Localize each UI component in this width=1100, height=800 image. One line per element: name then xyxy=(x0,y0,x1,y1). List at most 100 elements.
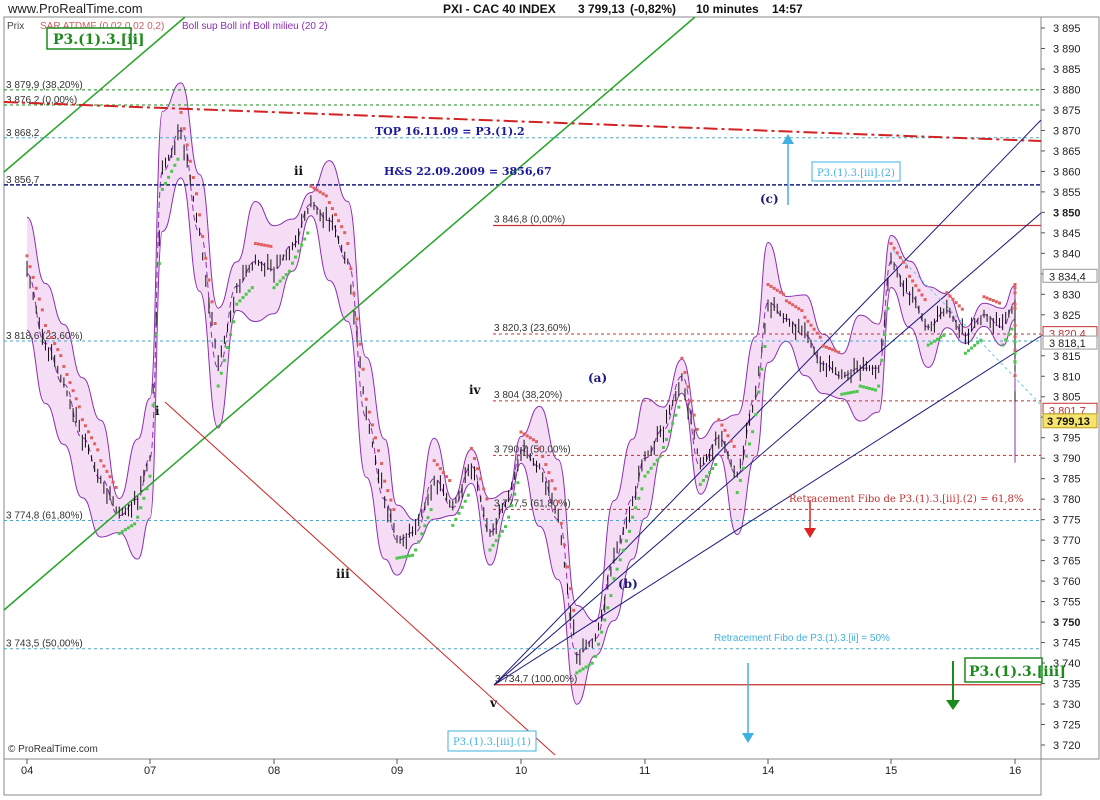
sar-dot-below xyxy=(634,506,638,510)
sar-dot-below xyxy=(500,529,504,533)
sar-dot-above xyxy=(65,373,69,377)
sar-dot-below xyxy=(497,534,501,538)
sar-dot-above xyxy=(1013,348,1017,352)
sar-dot-below xyxy=(760,367,764,371)
y-tick-label: 3 865 xyxy=(1053,146,1081,158)
y-tick-label: 3 850 xyxy=(1053,207,1081,219)
sar-dot-above xyxy=(815,331,819,335)
sar-dot-below xyxy=(1001,343,1005,347)
sar-dot-above xyxy=(269,244,273,248)
sar-dot-above xyxy=(689,399,693,403)
sar-dot-below xyxy=(661,446,665,450)
sar-dot-below xyxy=(1013,351,1017,355)
sar-dot-above xyxy=(794,305,798,309)
sar-dot-above xyxy=(717,418,721,422)
sar-dot-below xyxy=(593,654,597,658)
sar-dot-below xyxy=(235,302,239,306)
sar-dot-below xyxy=(398,556,402,560)
sar-dot-above xyxy=(367,410,371,414)
sar-dot-above xyxy=(1013,291,1017,295)
sar-dot-above xyxy=(321,192,325,196)
sar-dot-above xyxy=(90,436,94,440)
sar-dot-above xyxy=(954,301,958,305)
fibo-left-label: 3 774,8 (61,80%) xyxy=(6,510,83,521)
sar-dot-below xyxy=(281,276,285,280)
sar-dot-above xyxy=(732,444,736,448)
sar-dot-below xyxy=(926,343,930,347)
sar-dot-below xyxy=(748,442,752,446)
sar-dot-above xyxy=(260,243,264,247)
sar-dot-above xyxy=(680,356,684,360)
sar-dot-below xyxy=(976,341,980,345)
sar-dot-below xyxy=(942,333,946,337)
last-price-label: 3 799,13 xyxy=(1047,416,1090,428)
sar-dot-above xyxy=(998,301,1001,305)
sar-dot-below xyxy=(936,337,939,341)
sar-dot-above xyxy=(56,348,60,352)
sar-dot-below xyxy=(665,437,669,441)
sar-dot-below xyxy=(133,522,137,526)
sar-dot-above xyxy=(263,243,267,247)
sar-dot-above xyxy=(535,440,538,444)
sar-dot-above xyxy=(87,430,90,434)
sar-dot-above xyxy=(102,464,106,468)
sar-dot-below xyxy=(238,299,242,303)
sar-dot-above xyxy=(791,303,795,307)
sar-dot-below xyxy=(929,341,933,345)
y-tick-label: 3 810 xyxy=(1053,371,1081,383)
sar-dot-below xyxy=(963,351,967,355)
sar-dot-above xyxy=(911,279,915,283)
wave-c: (c) xyxy=(760,192,779,206)
sar-dot-below xyxy=(840,392,844,396)
sar-dot-above xyxy=(1013,323,1017,327)
sar-dot-below xyxy=(849,391,853,395)
sar-dot-above xyxy=(448,479,452,483)
y-tick-label: 3 855 xyxy=(1053,187,1081,199)
sar-dot-above xyxy=(982,295,986,299)
sar-dot-above xyxy=(720,423,724,427)
sar-dot-below xyxy=(581,667,585,671)
sar-dot-below xyxy=(603,618,607,622)
y-tick-label: 3 885 xyxy=(1053,64,1081,76)
sar-dot-below xyxy=(674,413,678,417)
sar-dot-above xyxy=(482,487,486,491)
sar-dot-above xyxy=(445,475,449,479)
sar-dot-below xyxy=(621,548,625,552)
sar-dot-above xyxy=(806,319,810,323)
panel-label: Prix xyxy=(7,21,24,32)
sar-dot-above xyxy=(327,201,331,205)
sar-dot-above xyxy=(386,489,390,493)
sar-dot-above xyxy=(889,242,893,246)
sar-dot-below xyxy=(247,289,251,293)
sar-dot-below xyxy=(284,273,288,277)
sar-dot-above xyxy=(204,256,208,260)
sar-dot-above xyxy=(355,317,359,321)
sar-dot-below xyxy=(417,540,421,544)
ret-50-label: Retracement Fibo de P3.(1).3.[ii] = 50% xyxy=(714,633,890,644)
y-tick-label: 3 770 xyxy=(1053,535,1081,547)
sar-dot-above xyxy=(210,300,214,304)
sar-dot-below xyxy=(157,262,161,265)
sar-dot-above xyxy=(824,345,828,349)
sar-dot-below xyxy=(170,169,174,173)
sar-dot-above xyxy=(62,364,66,368)
sar-dot-below xyxy=(451,523,455,527)
sar-dot-below xyxy=(637,496,641,500)
sar-dot-above xyxy=(188,159,192,163)
sar-dot-above xyxy=(541,454,545,458)
sar-dot-below xyxy=(973,343,977,347)
sar-dot-below xyxy=(303,237,307,241)
box-iii-1-label: P3.(1).3.[iii].(1) xyxy=(453,737,531,748)
sar-dot-above xyxy=(831,348,835,352)
x-tick-label: 09 xyxy=(391,765,403,777)
x-tick-label: 14 xyxy=(762,765,774,777)
hs-line-label: H&S 22.09.2009 = 3856,67 xyxy=(384,165,552,178)
sar-dot-below xyxy=(668,429,672,433)
sar-dot-below xyxy=(640,487,644,491)
sar-dot-above xyxy=(960,307,964,311)
sar-dot-below xyxy=(612,577,616,581)
box-ii: P3.(1).3.[ii] xyxy=(46,27,145,50)
sar-dot-below xyxy=(176,157,180,161)
sar-dot-below xyxy=(460,505,464,509)
sar-dot-below xyxy=(139,506,143,510)
